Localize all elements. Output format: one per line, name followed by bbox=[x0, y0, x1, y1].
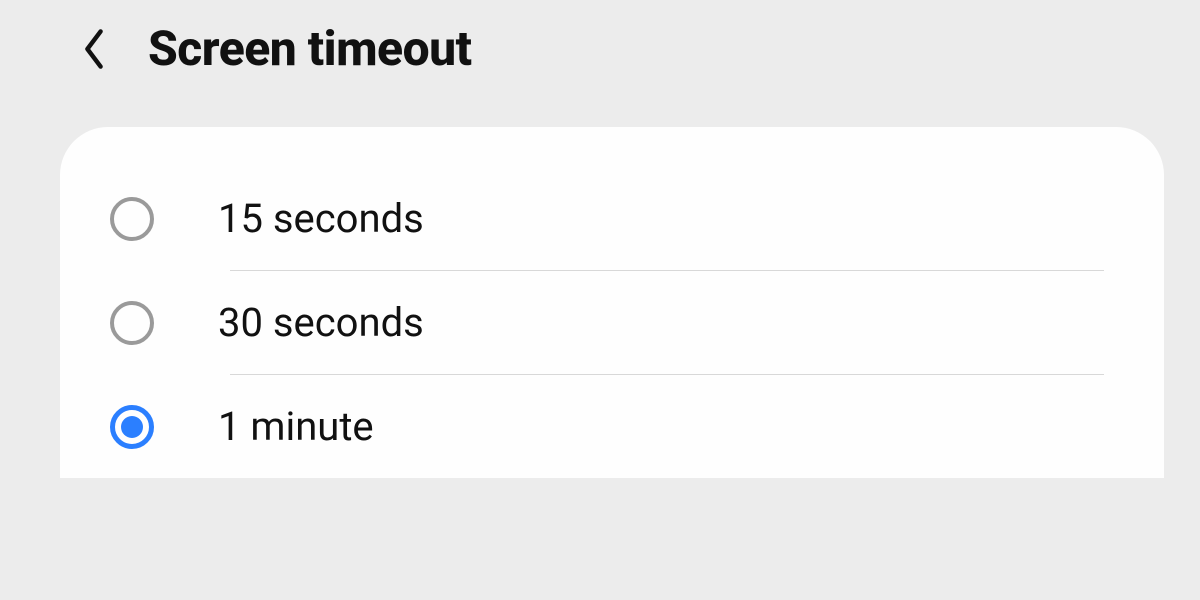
radio-icon bbox=[110, 301, 154, 345]
radio-icon bbox=[110, 197, 154, 241]
option-label: 30 seconds bbox=[218, 299, 424, 346]
timeout-option-15-seconds[interactable]: 15 seconds bbox=[110, 167, 1104, 270]
timeout-option-1-minute[interactable]: 1 minute bbox=[110, 375, 1104, 478]
back-icon[interactable] bbox=[80, 35, 108, 63]
options-card: 15 seconds 30 seconds 1 minute bbox=[60, 127, 1164, 478]
option-label: 15 seconds bbox=[218, 195, 424, 242]
radio-selected-icon bbox=[110, 405, 154, 449]
timeout-option-30-seconds[interactable]: 30 seconds bbox=[110, 271, 1104, 374]
page-title: Screen timeout bbox=[148, 20, 472, 77]
option-label: 1 minute bbox=[218, 403, 374, 450]
page-header: Screen timeout bbox=[0, 0, 1200, 107]
